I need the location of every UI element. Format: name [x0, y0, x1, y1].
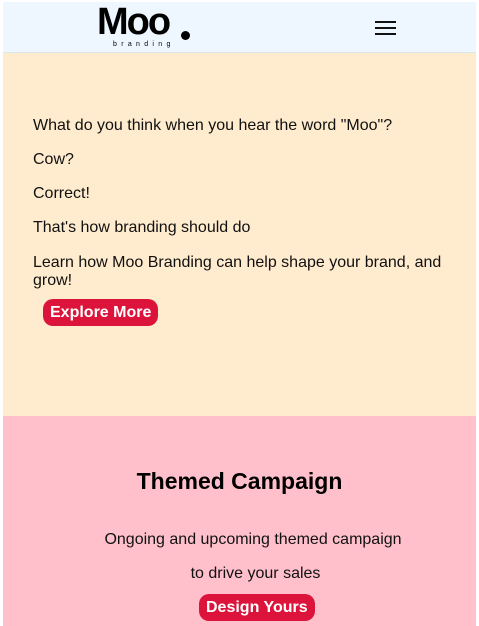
- logo-dot: [181, 31, 190, 40]
- hamburger-menu-icon[interactable]: [375, 21, 397, 37]
- hero-question: What do you think when you hear the word…: [33, 117, 393, 134]
- hero-call-to-action-text: Learn how Moo Branding can help shape yo…: [33, 254, 442, 289]
- explore-more-button[interactable]: Explore More: [43, 299, 159, 326]
- site-header: Moo branding: [3, 1, 476, 53]
- logo-subtext: branding: [113, 41, 175, 48]
- hero-answer-guess: Cow?: [33, 151, 74, 168]
- themed-campaign-section: Themed Campaign Ongoing and upcoming the…: [3, 416, 476, 626]
- hero-confirmation: Correct!: [33, 185, 90, 202]
- menu-bar: [375, 33, 396, 35]
- menu-bar: [375, 21, 396, 23]
- campaign-description-2: to drive your sales: [190, 565, 321, 582]
- menu-bar: [375, 27, 396, 29]
- moo-logo[interactable]: Moo branding: [97, 1, 197, 52]
- design-yours-button[interactable]: Design Yours: [199, 594, 315, 621]
- campaign-title: Themed Campaign: [136, 468, 343, 494]
- hero-statement: That's how branding should do: [33, 219, 251, 236]
- logo-text: Moo: [97, 1, 171, 43]
- hero-section: What do you think when you hear the word…: [3, 53, 476, 416]
- campaign-description: Ongoing and upcoming themed campaign: [104, 531, 402, 548]
